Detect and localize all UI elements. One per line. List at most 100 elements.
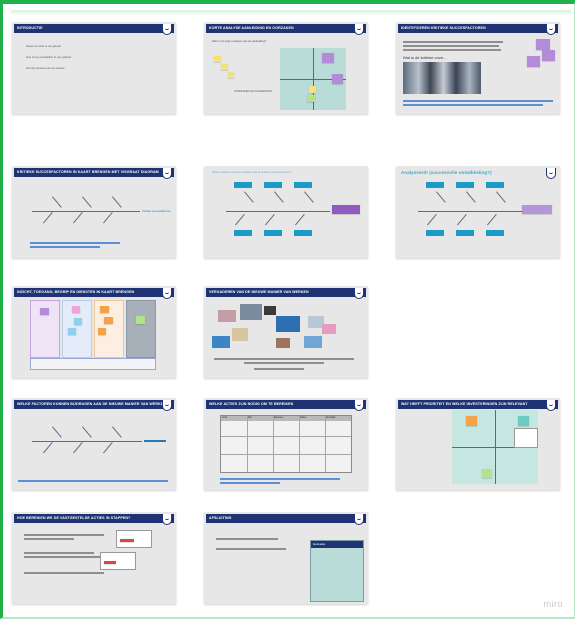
summary-box[interactable]	[30, 358, 156, 370]
miro-watermark: miro	[543, 599, 563, 609]
collage-image	[276, 338, 290, 348]
info-card[interactable]	[514, 428, 538, 448]
sticky-note[interactable]	[68, 328, 76, 335]
collage-image	[264, 306, 276, 315]
slide-inzicht[interactable]: INZICHT, TOEGANG, BEGRIP EN DIENSTEN IN …	[12, 286, 176, 378]
text-line	[403, 41, 503, 43]
sticky-note[interactable]	[536, 39, 550, 50]
sticky-note[interactable]	[332, 74, 343, 84]
factor-box[interactable]	[294, 230, 312, 236]
sticky-note[interactable]	[228, 72, 234, 78]
sticky-note[interactable]	[542, 50, 555, 61]
slide-welke-acties[interactable]: WELKE ACTIES ZIJN NODIG OM TE BEREIKEN A…	[204, 398, 368, 490]
column-header: Resultaat	[325, 416, 336, 419]
slide-identificeren[interactable]: IDENTIFICEREN KRITIEKE SUCCESFACTOREN Wa…	[396, 22, 560, 114]
text-line	[403, 100, 553, 102]
fishbone-spine	[32, 211, 140, 212]
text-line	[220, 482, 280, 484]
slide-hoe-bereiken[interactable]: HOE BEREIKEN WE DE VASTGESTELDE ACTIES I…	[12, 512, 176, 604]
fishbone-branch	[235, 214, 245, 226]
sticky-note[interactable]	[466, 416, 477, 426]
text-line	[24, 552, 94, 554]
table-header: Actie Wie Wanneer Status Resultaat	[221, 416, 351, 421]
sticky-note[interactable]	[482, 469, 492, 478]
logo-badge-icon	[354, 288, 364, 299]
result-box[interactable]	[332, 205, 360, 214]
slide-welke-factoren[interactable]: WELKE FACTOREN KUNNEN BIJDRAGEN AAN DE N…	[12, 398, 176, 490]
sticky-note[interactable]	[74, 318, 82, 325]
sticky-note[interactable]	[214, 56, 221, 62]
fishbone-branch	[73, 212, 83, 224]
factor-box[interactable]	[456, 230, 474, 236]
fishbone-branch	[295, 214, 305, 226]
fishbone-branch	[274, 191, 284, 203]
logo-badge-icon	[162, 168, 172, 179]
sticky-note[interactable]	[104, 317, 113, 324]
fishbone-branch	[487, 214, 497, 226]
factor-box[interactable]	[234, 230, 252, 236]
logo-badge-icon	[354, 514, 364, 525]
slide-title: WAT HEEFT PRIORITEIT EN WELKE INVESTERIN…	[398, 400, 558, 409]
slide-title: KRITIEKE SUCCESFACTOREN IN KAART BRENGEN…	[14, 168, 174, 177]
factor-box[interactable]	[456, 182, 474, 188]
sticky-note[interactable]	[322, 53, 334, 63]
photo-caption: Wat is de kritieke onze...	[403, 55, 447, 60]
slide-introductie[interactable]: INTRODUCTIE Sector en orde in uw geheel …	[12, 22, 176, 114]
text-line	[403, 104, 543, 106]
slide-visgraat[interactable]: KRITIEKE SUCCESFACTOREN IN KAART BRENGEN…	[12, 166, 176, 258]
factor-box[interactable]	[264, 230, 282, 236]
collage-image	[232, 328, 248, 341]
fishbone-branch	[82, 196, 92, 208]
slide-vergaderen[interactable]: VERGADEREN VAN DE NIEUWE MANIER VAN WERK…	[204, 286, 368, 378]
factor-box[interactable]	[234, 182, 252, 188]
panel-heading: Evaluatie	[311, 541, 363, 548]
factor-box[interactable]	[264, 182, 282, 188]
sticky-note[interactable]	[72, 306, 80, 313]
fishbone-branch	[496, 191, 506, 203]
slide-visgraat-factoren[interactable]: Welke factoren houden verband met de kri…	[204, 166, 368, 258]
sticky-note[interactable]	[307, 95, 315, 102]
fishbone-branch	[73, 442, 83, 454]
table-row-divider	[221, 436, 351, 437]
sticky-note[interactable]	[136, 316, 145, 324]
slide-afsluiting[interactable]: AFSLUITING Evaluatie	[204, 512, 368, 604]
column-zone	[126, 300, 156, 358]
sticky-note[interactable]	[527, 56, 540, 67]
slide-title: AFSLUITING	[206, 514, 366, 523]
slide-title: IDENTIFICEREN KRITIEKE SUCCESFACTOREN	[398, 24, 558, 33]
factor-box[interactable]	[486, 230, 504, 236]
sticky-note[interactable]	[309, 86, 316, 93]
slide-intro: Welke factoren houden verband met de kri…	[212, 170, 292, 174]
result-box[interactable]	[522, 205, 552, 214]
slide-title: KORTE ANALYSE AANLEIDING EN OORZAKEN	[206, 24, 366, 33]
evaluation-panel[interactable]: Evaluatie	[310, 540, 364, 602]
text-line	[254, 368, 304, 370]
fishbone-branch	[112, 196, 122, 208]
slide-subtitle: Wat is uw eigen analyse van de aanleidin…	[212, 39, 267, 43]
logo-badge-icon	[162, 400, 172, 411]
factor-box[interactable]	[486, 182, 504, 188]
action-table[interactable]: Actie Wie Wanneer Status Resultaat	[220, 415, 352, 473]
logo-badge-icon	[354, 24, 364, 35]
fishbone-branch	[103, 442, 113, 454]
text-line	[30, 246, 100, 248]
factor-box[interactable]	[426, 182, 444, 188]
factor-box[interactable]	[294, 182, 312, 188]
sticky-note[interactable]	[40, 308, 49, 315]
sticky-note[interactable]	[98, 328, 106, 335]
fishbone-branch	[112, 426, 122, 438]
text-line	[403, 49, 501, 51]
factor-box[interactable]	[426, 230, 444, 236]
bullet-text: Sector en orde in uw geheel	[26, 44, 61, 48]
text-line	[30, 242, 120, 244]
fishbone-head-label: Kritieke succesfactoren	[142, 209, 171, 213]
slide-prioriteit[interactable]: WAT HEEFT PRIORITEIT EN WELKE INVESTERIN…	[396, 398, 560, 490]
column-header: Wanneer	[273, 416, 284, 419]
fishbone-branch	[52, 426, 62, 438]
slide-korte-analyse[interactable]: KORTE ANALYSE AANLEIDING EN OORZAKEN Wat…	[204, 22, 368, 114]
slide-analyseerd[interactable]: Analyseerd! (succesvolle ontwikkeling?)	[396, 166, 560, 258]
fishbone-spine	[32, 441, 142, 442]
sticky-note[interactable]	[100, 306, 109, 313]
sticky-note[interactable]	[518, 416, 529, 426]
sticky-note[interactable]	[221, 64, 228, 70]
